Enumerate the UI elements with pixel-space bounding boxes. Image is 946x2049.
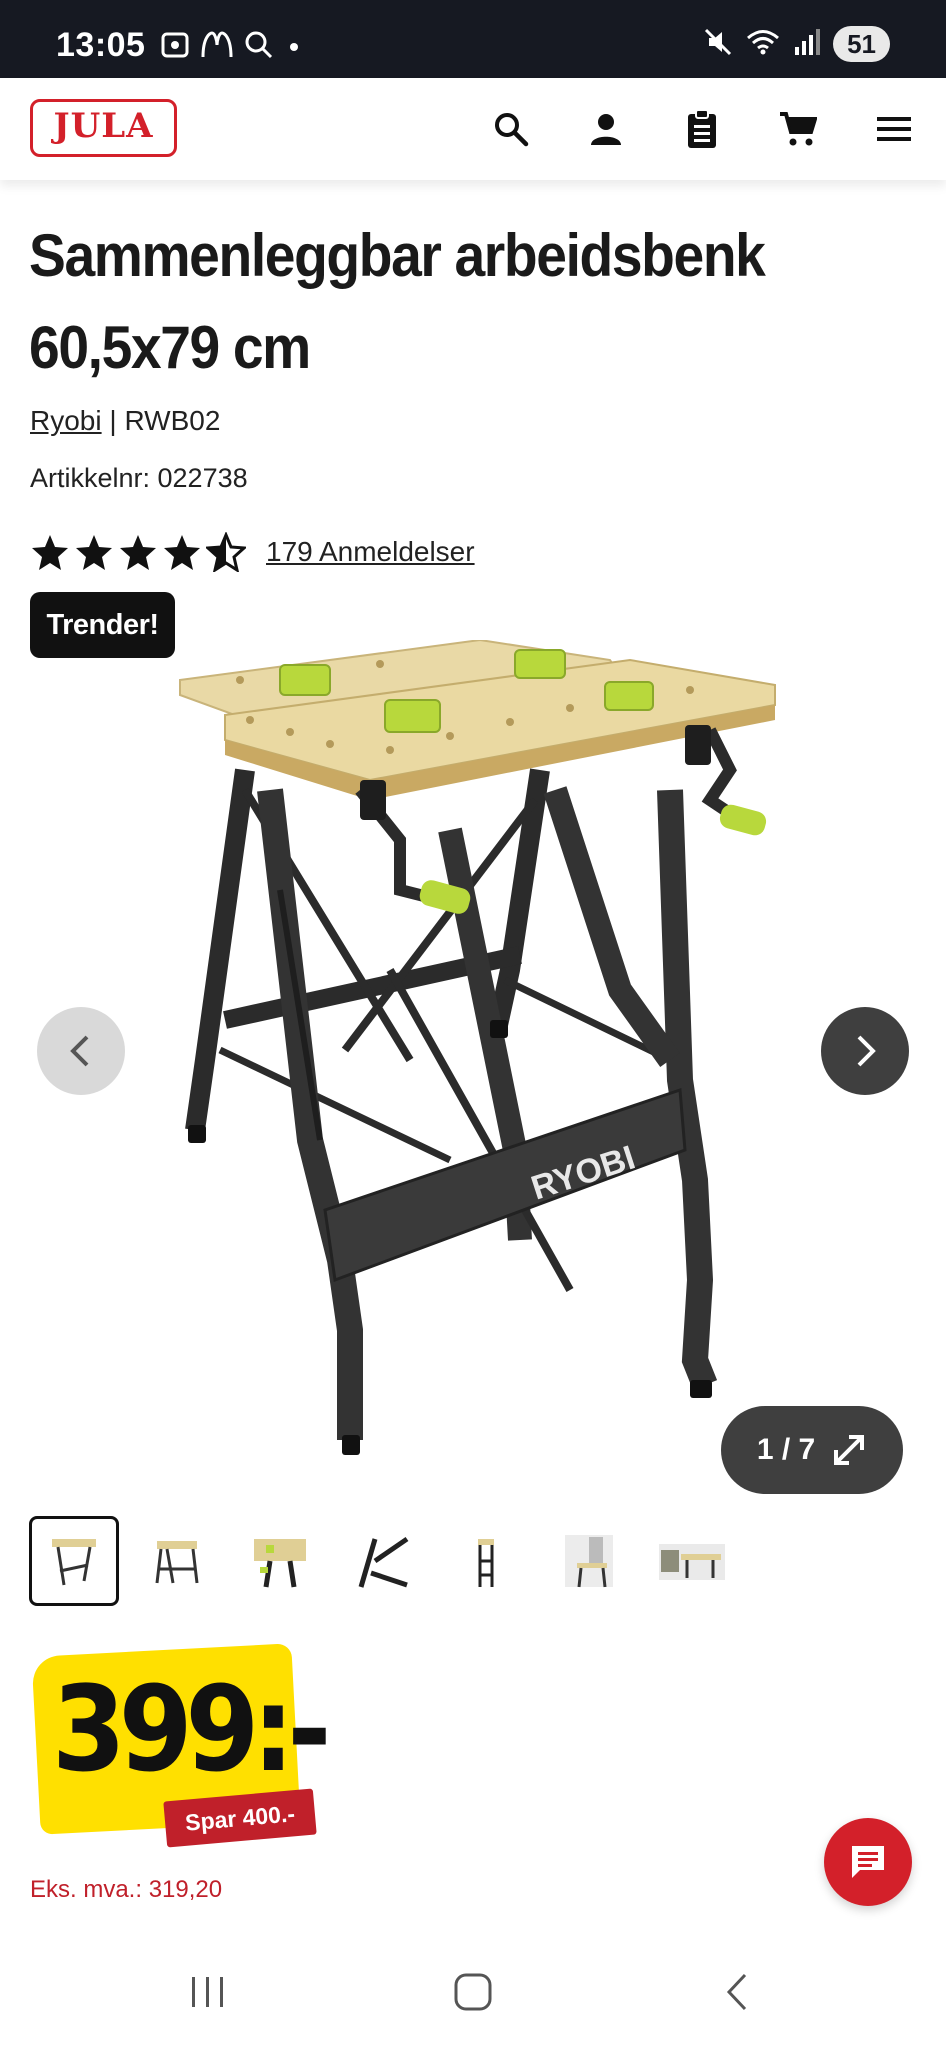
thumbnail-strip — [29, 1516, 737, 1606]
chat-icon — [852, 1846, 884, 1878]
battery-indicator: 51 — [833, 26, 890, 62]
account-icon[interactable] — [583, 106, 629, 152]
workbench-top — [179, 640, 776, 800]
site-header: JULA — [0, 78, 946, 180]
price-ex-vat: Eks. mva.: 319,20 — [30, 1876, 223, 1903]
workbench-thumbnail-icon — [659, 1544, 725, 1580]
home-button[interactable] — [443, 1970, 503, 2014]
logo-text: JULA — [53, 106, 154, 146]
battery-level: 51 — [847, 29, 876, 59]
wifi-icon — [745, 27, 781, 62]
brand-model-line: Ryobi | RWB02 — [30, 405, 220, 437]
chevron-right-icon — [857, 1035, 876, 1067]
thumbnail-1[interactable] — [29, 1516, 119, 1606]
workbench-thumbnail-icon — [254, 1539, 306, 1588]
product-title: Sammenleggbar arbeidsbenk 60,5x79 cm — [29, 210, 839, 394]
thumbnail-5[interactable] — [441, 1516, 531, 1606]
status-bar: 13:05 51 — [0, 0, 946, 78]
workbench-thumbnail-icon — [478, 1539, 494, 1587]
product-title-line1: Sammenleggbar arbeidsbenk — [29, 222, 766, 289]
recent-apps-icon — [192, 1977, 223, 2007]
mcdonalds-icon — [200, 31, 234, 64]
status-system-icons: 51 — [703, 26, 890, 62]
product-title-line2: 60,5x79 cm — [29, 314, 311, 381]
cart-icon[interactable] — [775, 106, 821, 152]
clipboard-icon[interactable] — [679, 106, 725, 152]
rating[interactable]: 179 Anmeldelser — [30, 532, 475, 572]
star-full-icon — [76, 535, 112, 570]
gallery-prev-button[interactable] — [37, 1007, 125, 1095]
signal-icon — [793, 27, 821, 62]
thumbnail-2[interactable] — [132, 1516, 222, 1606]
thumbnail-7[interactable] — [647, 1516, 737, 1606]
search-icon — [244, 30, 274, 65]
workbench-thumbnail-icon — [52, 1539, 96, 1586]
search-icon[interactable] — [488, 106, 534, 152]
thumbnail-6[interactable] — [544, 1516, 634, 1606]
brand-separator: | — [109, 405, 117, 436]
price: 399:- — [52, 1660, 331, 1798]
star-half-icon — [206, 532, 246, 572]
back-icon — [726, 1973, 747, 2011]
mute-icon — [703, 27, 733, 62]
star-full-icon — [120, 535, 156, 570]
reviews-link[interactable]: 179 Anmeldelser — [266, 536, 475, 568]
recent-apps-button[interactable] — [178, 1970, 238, 2014]
model-number: RWB02 — [124, 405, 221, 436]
gallery-counter: 1 / 7 — [756, 1433, 816, 1466]
status-time: 13:05 — [56, 26, 146, 64]
home-icon — [454, 1973, 492, 2011]
article-number: Artikkelnr: 022738 — [30, 463, 248, 493]
chevron-left-icon — [70, 1035, 89, 1067]
system-navigation-bar — [0, 1932, 946, 2049]
status-notification-icons — [160, 30, 304, 65]
star-full-icon — [32, 535, 68, 570]
gallery-fullscreen-button[interactable]: 1 / 7 — [721, 1406, 903, 1494]
chat-button[interactable] — [824, 1818, 912, 1906]
thumbnail-4[interactable] — [338, 1516, 428, 1606]
brand-link[interactable]: Ryobi — [30, 405, 102, 436]
back-button[interactable] — [708, 1970, 768, 2014]
menu-icon[interactable] — [871, 106, 917, 152]
star-full-icon — [164, 535, 200, 570]
workbench-thumbnail-icon — [358, 1536, 409, 1588]
thumbnail-3[interactable] — [235, 1516, 325, 1606]
gallery-next-button[interactable] — [821, 1007, 909, 1095]
expand-icon — [834, 1435, 865, 1465]
jula-logo[interactable]: JULA — [30, 99, 177, 157]
product-image[interactable]: RYOBI — [150, 640, 790, 1460]
dot-icon — [284, 35, 304, 60]
workbench-thumbnail-icon — [565, 1535, 613, 1588]
screenshot-icon — [160, 31, 190, 64]
workbench-thumbnail-icon — [155, 1541, 199, 1584]
